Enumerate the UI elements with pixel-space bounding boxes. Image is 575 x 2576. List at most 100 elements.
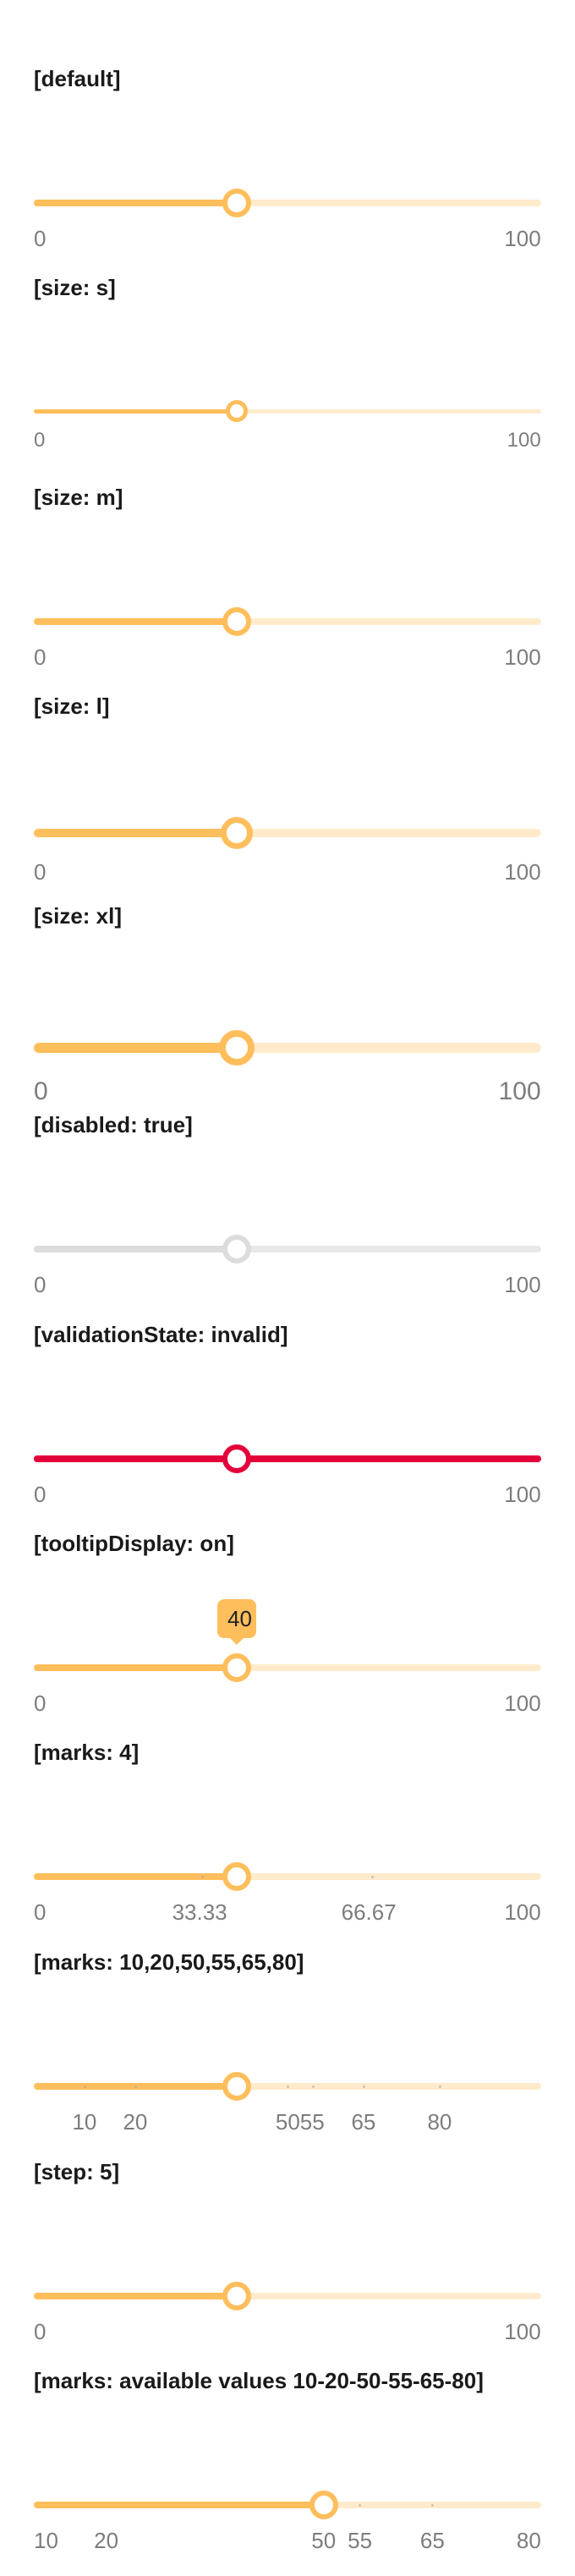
- slider[interactable]: 10 20 65 80 5055: [34, 2072, 541, 2135]
- section-title: [disabled: true]: [34, 1112, 193, 1137]
- slider-label: 20: [123, 2109, 148, 2135]
- slider-mark: [359, 2503, 362, 2507]
- slider-label: 50: [311, 2528, 337, 2553]
- slider-label: 10: [34, 2528, 58, 2553]
- slider-section: [marks: available values 10-20-50-55-65-…: [0, 2368, 575, 2576]
- slider[interactable]: 0 100: [34, 607, 541, 670]
- slider[interactable]: 0 100: [34, 1030, 541, 1105]
- slider-label: 0: [34, 1691, 47, 1716]
- slider-thumb[interactable]: [222, 1862, 251, 1891]
- slider-label: 55: [348, 2528, 373, 2553]
- slider-label: 0: [34, 644, 47, 670]
- slider-section: [size: xl] 0 100: [0, 903, 575, 1111]
- slider[interactable]: 10 20 50 55 65 80: [34, 2491, 541, 2553]
- slider-mark: [311, 2085, 315, 2088]
- slider-label: 80: [427, 2109, 452, 2135]
- slider-thumb[interactable]: [309, 2491, 338, 2519]
- slider[interactable]: 0 100: [34, 189, 541, 251]
- slider-tooltip: 40: [217, 1599, 256, 1645]
- slider-mark: [430, 2503, 434, 2507]
- slider-thumb[interactable]: [222, 2072, 251, 2101]
- slider-section: [default] 0 100: [0, 66, 575, 274]
- slider-label: 100: [504, 1272, 541, 1297]
- slider-thumb[interactable]: [222, 1444, 251, 1473]
- slider-thumb[interactable]: [222, 1653, 251, 1682]
- slider-label: 0: [34, 2319, 47, 2344]
- section-title: [marks: available values 10-20-50-55-65-…: [34, 2368, 484, 2393]
- slider-mark: [362, 2085, 365, 2088]
- slider-fill: [34, 1043, 237, 1053]
- section-title: [size: m]: [34, 485, 123, 510]
- slider-label: 0: [34, 1272, 47, 1297]
- slider-thumb[interactable]: [226, 400, 248, 422]
- slider-thumb[interactable]: [222, 607, 251, 636]
- slider-section: [marks: 4] 0 33.33 66.67 100: [0, 1740, 575, 1948]
- slider-section: [size: l] 0 100: [0, 693, 575, 902]
- slider-label: 100: [504, 1691, 541, 1716]
- slider[interactable]: 0 100: [34, 400, 541, 452]
- slider[interactable]: 0 100: [34, 2282, 541, 2344]
- slider-fill: [34, 1873, 237, 1880]
- slider: 0 100: [34, 1235, 541, 1297]
- slider-section: [step: 5] 0 100: [0, 2159, 575, 2367]
- slider-fill: [34, 408, 237, 414]
- slider-label: 65: [419, 2528, 445, 2553]
- slider-label: 100: [504, 644, 541, 670]
- slider[interactable]: 0 100: [34, 817, 541, 885]
- slider-section: [tooltipDisplay: on] 40 0 100: [0, 1531, 575, 1739]
- section-title: [marks: 4]: [34, 1740, 140, 1765]
- slider[interactable]: 40 0 100: [34, 1599, 541, 1716]
- slider-fill: [34, 2293, 237, 2299]
- slider-label: 100: [504, 859, 541, 885]
- slider-section: [marks: 10,20,50,55,65,80] 10 20 65 80 5055: [0, 1949, 575, 2157]
- slider[interactable]: 0 33.33 66.67 100: [34, 1862, 541, 1925]
- slider-fill: [34, 2502, 324, 2508]
- slider-fill: [34, 1455, 237, 1462]
- slider-section: [size: s] 0 100: [0, 275, 575, 483]
- slider-showcase-page: [default] 0 100 [size: s] 0 100 [size: m] 0 100[…: [0, 0, 575, 2556]
- slider-thumb[interactable]: [219, 1030, 255, 1066]
- slider-label: 80: [516, 2528, 541, 2553]
- section-title: [step: 5]: [34, 2159, 120, 2184]
- slider-section: [validationState: invalid] 0 100: [0, 1322, 575, 1530]
- section-title: [validationState: invalid]: [34, 1322, 288, 1347]
- slider[interactable]: 0 100: [34, 1444, 541, 1507]
- slider-mark: [83, 2085, 86, 2088]
- slider-thumb[interactable]: [222, 189, 251, 217]
- slider-label: 100: [504, 1482, 541, 1507]
- slider-thumb[interactable]: [221, 817, 253, 849]
- slider-section: [size: m] 0 100: [0, 485, 575, 693]
- slider-fill: [34, 829, 237, 837]
- slider-label: 100: [504, 1899, 541, 1925]
- slider-label: 5055: [275, 2109, 325, 2135]
- slider-label: 100: [504, 226, 541, 251]
- slider-label: 65: [351, 2109, 376, 2135]
- slider-label: 66.67: [341, 1899, 397, 1925]
- slider-label: 0: [34, 859, 47, 885]
- slider-label: 0: [34, 1077, 48, 1105]
- slider-label: 10: [72, 2109, 97, 2135]
- section-title: [size: xl]: [34, 903, 123, 929]
- slider-fill: [34, 200, 237, 206]
- section-title: [size: l]: [34, 693, 110, 719]
- slider-thumb: [222, 1235, 251, 1263]
- slider-mark: [134, 2085, 137, 2088]
- slider-fill: [34, 618, 237, 625]
- slider-label: 100: [504, 2319, 541, 2344]
- slider-fill: [34, 1664, 237, 1671]
- slider-label: 0: [34, 226, 47, 251]
- slider-mark: [438, 2085, 441, 2088]
- section-title: [size: s]: [34, 275, 116, 300]
- slider-mark: [286, 2085, 289, 2088]
- slider-label: 33.33: [172, 1899, 227, 1925]
- section-title: [tooltipDisplay: on]: [34, 1531, 234, 1556]
- section-title: [default]: [34, 66, 121, 91]
- slider-fill: [34, 1246, 237, 1252]
- slider-mark: [370, 1875, 374, 1878]
- slider-label: 100: [498, 1077, 541, 1105]
- slider-section: [disabled: true] 0 100: [0, 1112, 575, 1320]
- slider-label: 0: [34, 1899, 47, 1925]
- slider-thumb[interactable]: [222, 2282, 251, 2310]
- slider-label: 100: [507, 429, 541, 452]
- section-title: [marks: 10,20,50,55,65,80]: [34, 1949, 304, 1975]
